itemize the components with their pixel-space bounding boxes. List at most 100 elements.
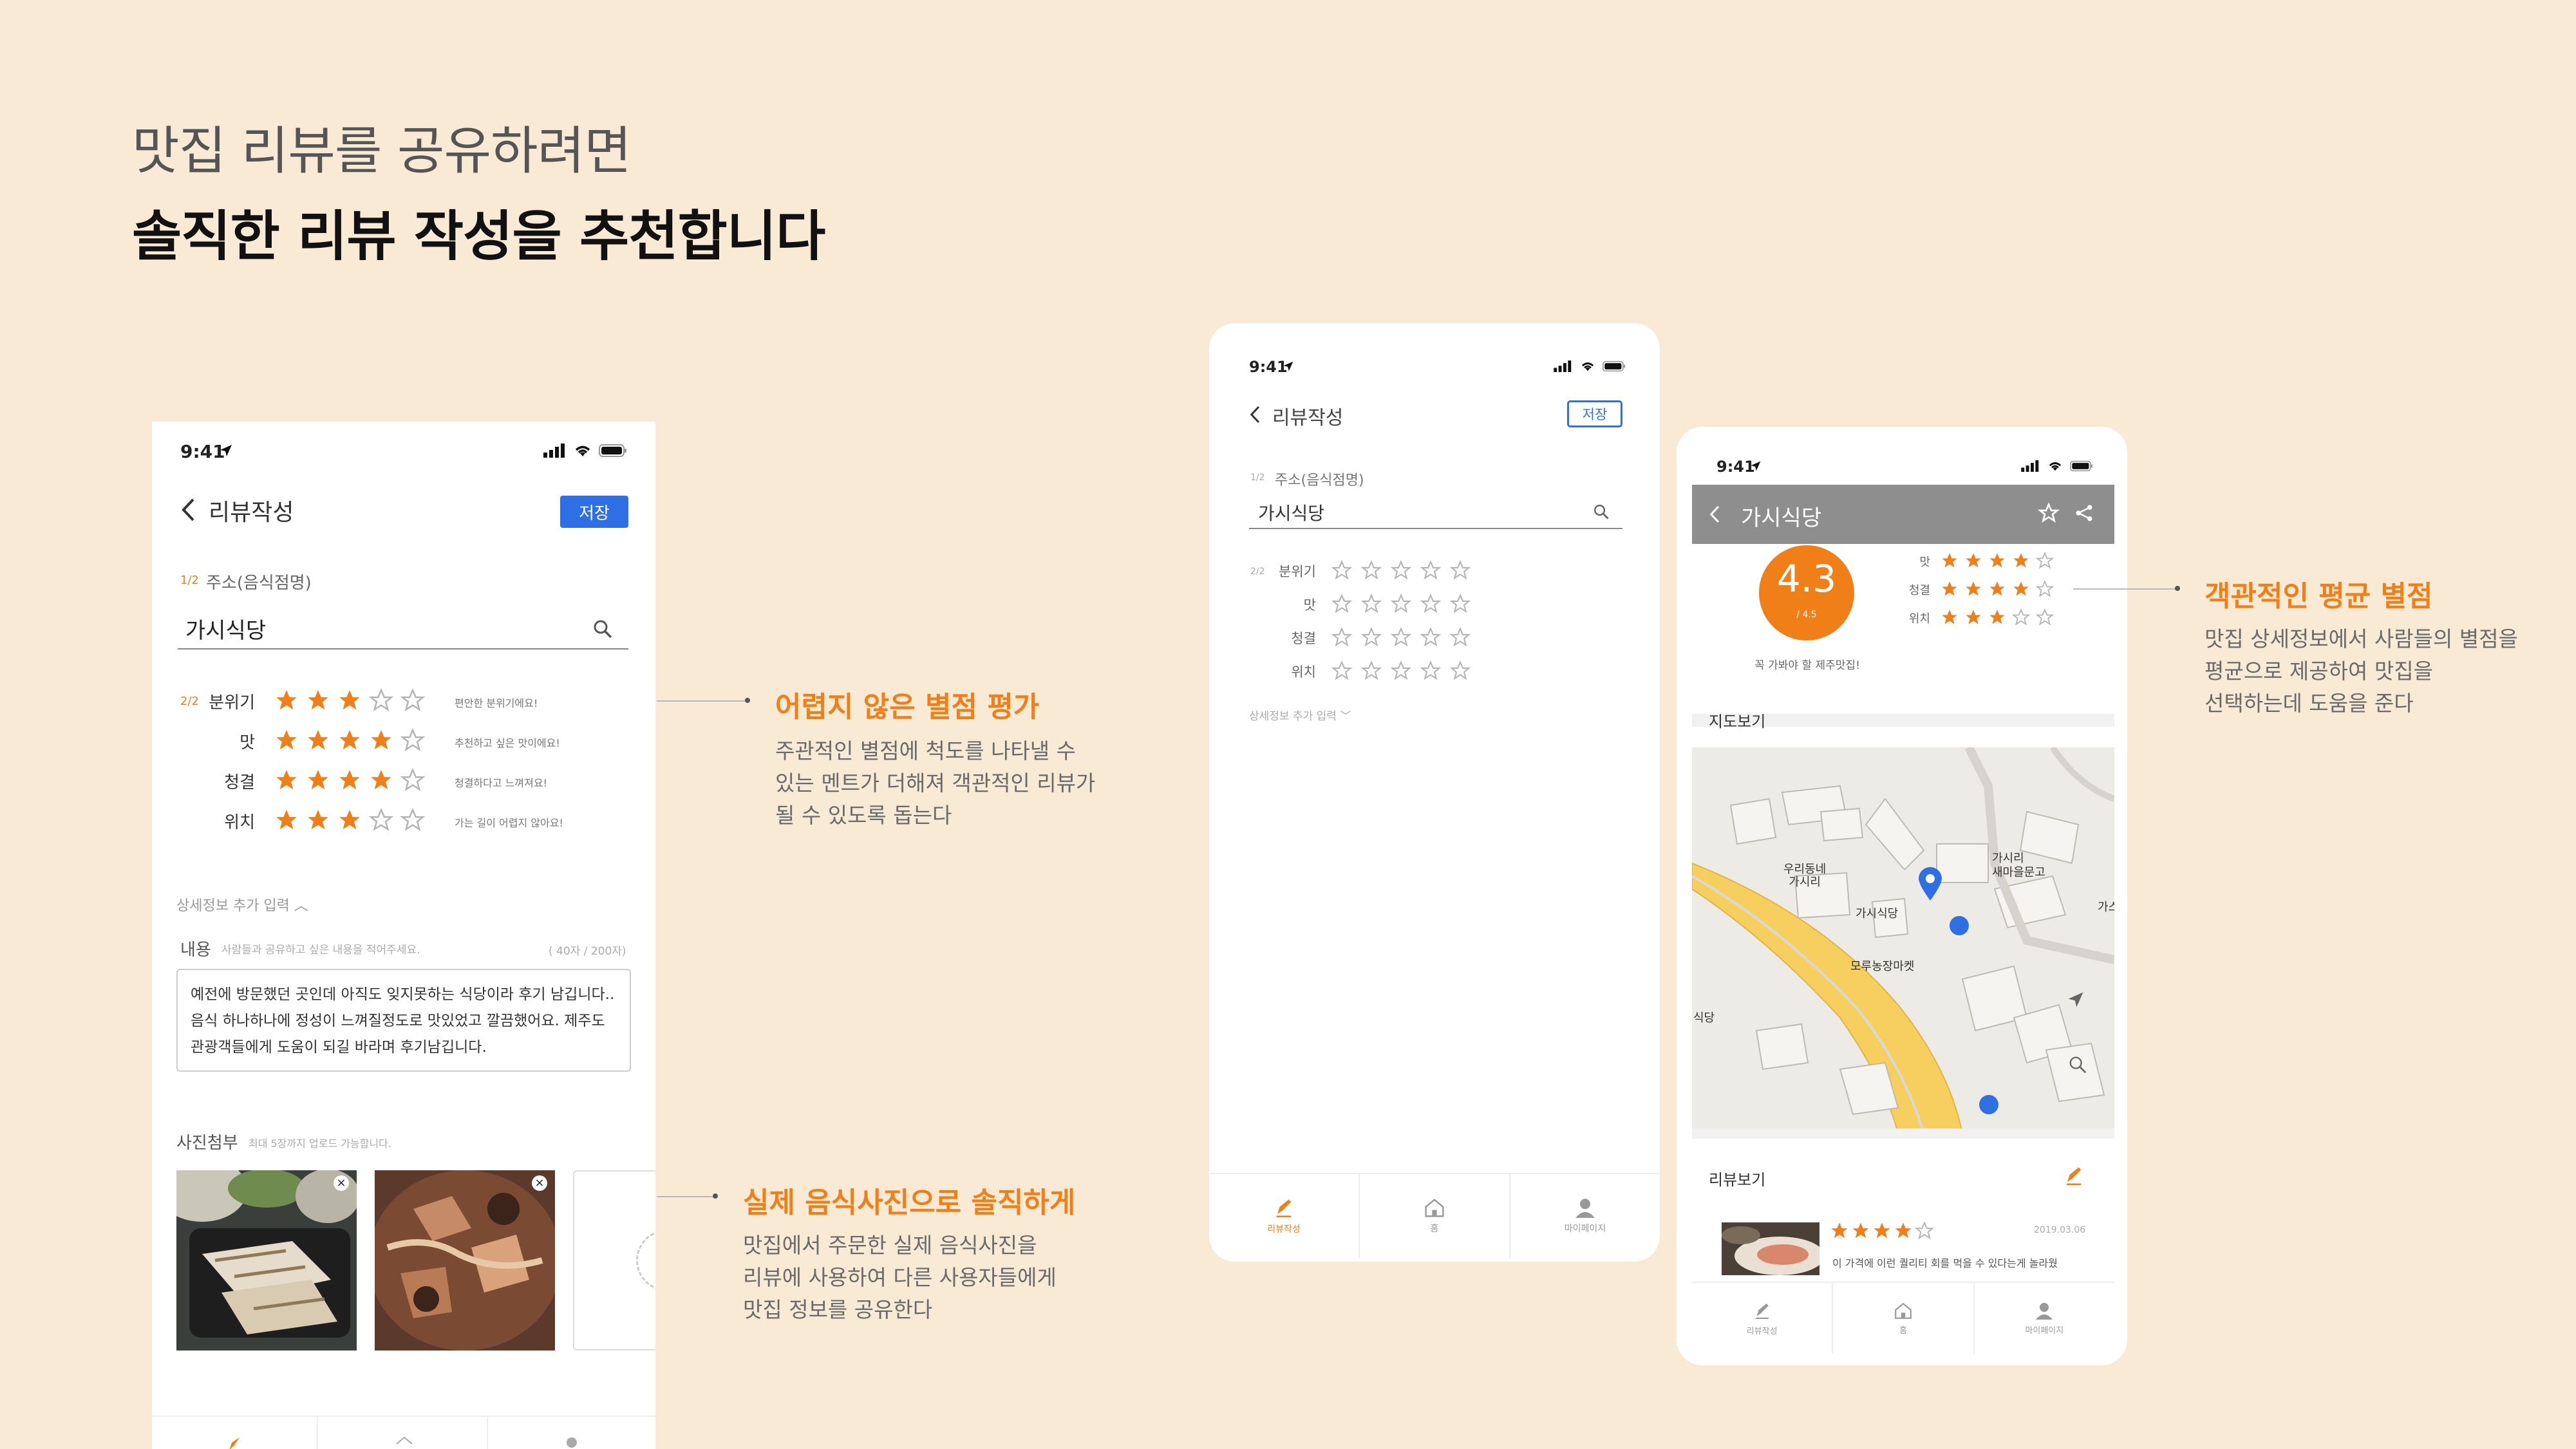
star-empty-icon[interactable] <box>1331 559 1353 583</box>
detail-toggle[interactable]: 상세정보 추가 입력 ︿ <box>176 894 308 915</box>
map-view[interactable]: 가시식당 우리동네 가시리 가시리 새마을문고 모루농장마켓 가스 식당 <box>1692 747 2114 1128</box>
write-review-icon[interactable] <box>2064 1164 2083 1189</box>
rating-row: 위치 <box>1209 658 1660 686</box>
star-filled-icon[interactable] <box>306 768 330 795</box>
star-filled-icon[interactable] <box>337 728 362 755</box>
share-icon[interactable] <box>2074 503 2094 526</box>
star-filled-icon[interactable] <box>306 728 330 755</box>
battery-icon <box>599 444 626 457</box>
star-empty-icon[interactable] <box>400 807 426 835</box>
star-empty-icon[interactable] <box>1420 593 1442 617</box>
review-text: 이 가격에 이런 퀄리티 회를 먹을 수 있다는게 놀라웠 <box>1832 1257 2058 1269</box>
tab-mypage[interactable]: 마이페이지 <box>1510 1174 1660 1258</box>
average-rating-row: 맛 <box>1870 549 2114 575</box>
star-filled-icon[interactable] <box>274 808 299 835</box>
star-filled-icon[interactable] <box>337 688 362 715</box>
map-label-gasi: 가스 <box>2098 901 2114 914</box>
tab-review-write[interactable]: 리뷰작성 <box>1692 1283 1834 1354</box>
content-textarea[interactable]: 예전에 방문했던 곳인데 아직도 잊지못하는 식당이라 후기 남깁니다.. 음식… <box>176 969 631 1072</box>
star-empty-icon[interactable] <box>1331 593 1353 617</box>
star-empty-icon[interactable] <box>1449 626 1471 650</box>
score-max: / 4.5 <box>1796 610 1817 620</box>
star-bookmark-icon[interactable] <box>2037 502 2060 526</box>
star-empty-icon[interactable] <box>1390 559 1412 583</box>
content-hint: 사람들과 공유하고 싶은 내용을 적어주세요. <box>221 944 420 957</box>
back-chevron-icon[interactable] <box>180 498 196 525</box>
star-empty-icon[interactable] <box>1390 626 1412 650</box>
back-chevron-icon[interactable] <box>1249 404 1261 427</box>
star-rating[interactable] <box>1331 660 1471 684</box>
star-empty-icon[interactable] <box>1390 660 1412 684</box>
star-filled-icon[interactable] <box>306 808 330 835</box>
home-icon[interactable] <box>395 1436 413 1449</box>
rating-label: 위치 <box>1908 612 1930 626</box>
star-empty-icon[interactable] <box>1360 559 1382 583</box>
star-empty-icon[interactable] <box>1360 626 1382 650</box>
star-filled-icon[interactable] <box>274 728 299 755</box>
user-icon[interactable] <box>563 1436 581 1449</box>
star-empty-icon[interactable] <box>1331 660 1353 684</box>
star-filled-icon[interactable] <box>337 768 362 795</box>
star-empty-icon[interactable] <box>1449 559 1471 583</box>
star-rating[interactable] <box>274 727 426 755</box>
rating-label: 맛 <box>1919 556 1930 569</box>
add-photo-icon <box>636 1229 655 1291</box>
bus-stop-icon[interactable] <box>1950 916 1969 935</box>
star-filled-icon[interactable] <box>274 768 299 795</box>
zoom-icon[interactable] <box>2068 1055 2087 1077</box>
star-filled-icon <box>1964 552 1982 572</box>
star-filled-icon[interactable] <box>274 688 299 715</box>
save-button[interactable]: 저장 <box>1567 400 1622 427</box>
tab-home[interactable]: 홈 <box>1360 1174 1510 1258</box>
star-empty-icon[interactable] <box>1449 593 1471 617</box>
location-arrow-icon <box>1283 360 1294 375</box>
star-filled-icon[interactable] <box>337 808 362 835</box>
star-rating[interactable] <box>274 687 426 715</box>
star-empty-icon[interactable] <box>1390 593 1412 617</box>
callout-title: 객관적인 평균 별점 <box>2205 580 2433 613</box>
add-photo-slot[interactable] <box>573 1170 655 1351</box>
bus-stop-icon[interactable] <box>1979 1095 1998 1114</box>
detail-toggle[interactable]: 상세정보 추가 입력 ﹀ <box>1249 707 1351 723</box>
star-empty-icon[interactable] <box>1420 626 1442 650</box>
star-empty-icon[interactable] <box>1420 559 1442 583</box>
star-empty-icon[interactable] <box>368 687 394 715</box>
back-chevron-icon[interactable] <box>1709 504 1720 527</box>
tab-review-write[interactable]: 리뷰작성 <box>1209 1174 1360 1258</box>
star-empty-icon[interactable] <box>1360 593 1382 617</box>
pencil-icon[interactable] <box>227 1436 242 1449</box>
star-rating[interactable] <box>1331 593 1471 617</box>
star-empty-icon[interactable] <box>400 767 426 795</box>
locate-arrow-icon[interactable] <box>2067 991 2085 1011</box>
star-filled-icon[interactable] <box>369 728 393 755</box>
star-empty-icon[interactable] <box>1360 660 1382 684</box>
callout-dot <box>713 1193 718 1199</box>
phone-restaurant-detail: 9:41 4.3 / 4.5 꼭 가봐야 할 제주맛집! 맛 청결 위치 가시식당 … <box>1677 427 2127 1365</box>
star-rating[interactable] <box>274 807 426 835</box>
tab-home[interactable]: 홈 <box>1833 1283 1975 1354</box>
restaurant-input-value[interactable]: 가시식당 <box>185 613 266 644</box>
star-filled-icon <box>2012 552 2030 572</box>
star-empty-icon[interactable] <box>1331 626 1353 650</box>
star-empty-icon[interactable] <box>400 687 426 715</box>
search-icon[interactable] <box>592 619 613 642</box>
detail-nav-bar: 가시식당 <box>1692 485 2114 544</box>
save-button[interactable]: 저장 <box>560 496 628 528</box>
map-pin-icon[interactable] <box>1917 867 1943 904</box>
star-rating[interactable] <box>274 767 426 795</box>
star-rating[interactable] <box>1331 626 1471 650</box>
tab-mypage[interactable]: 마이페이지 <box>1975 1283 2114 1354</box>
remove-photo-icon[interactable]: × <box>532 1175 547 1191</box>
star-rating[interactable] <box>1331 559 1471 583</box>
remove-photo-icon[interactable]: × <box>334 1175 349 1191</box>
star-empty-icon[interactable] <box>400 727 426 755</box>
star-filled-icon <box>1851 1221 1870 1243</box>
star-empty-icon[interactable] <box>1449 660 1471 684</box>
star-empty-icon[interactable] <box>368 807 394 835</box>
star-filled-icon[interactable] <box>369 768 393 795</box>
restaurant-input-value[interactable]: 가시식당 <box>1258 500 1324 525</box>
callout-dot <box>2175 586 2180 591</box>
star-empty-icon[interactable] <box>1420 660 1442 684</box>
star-filled-icon[interactable] <box>306 688 330 715</box>
search-icon[interactable] <box>1593 503 1610 523</box>
